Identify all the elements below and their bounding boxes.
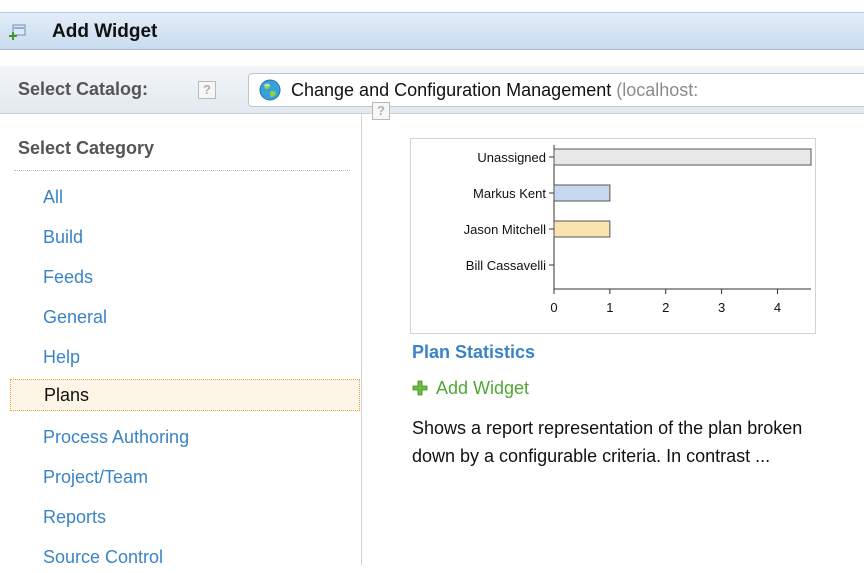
category-item-source-control[interactable]: Source Control xyxy=(10,541,360,573)
x-tick-label: 1 xyxy=(606,300,613,315)
plus-icon xyxy=(412,380,428,396)
globe-icon xyxy=(259,79,281,101)
category-heading: Select Category xyxy=(18,138,155,158)
bar xyxy=(553,220,611,238)
add-widget-button[interactable]: Add Widget xyxy=(412,378,529,399)
category-item-build[interactable]: Build xyxy=(10,221,360,253)
category-item-all[interactable]: All xyxy=(10,181,360,213)
catalog-select[interactable]: Change and Configuration Management (loc… xyxy=(248,73,864,107)
x-tick-label: 4 xyxy=(774,300,781,315)
category-item-plans[interactable]: Plans xyxy=(10,379,360,411)
widget-help-icon[interactable]: ? xyxy=(372,102,390,120)
bar-chart: Unassigned Markus Kent Jason Mitchell Bill … xyxy=(464,145,812,315)
title-bar: Add Widget xyxy=(0,12,864,50)
category-item-help[interactable]: Help xyxy=(10,341,360,373)
y-tick-label: Bill Cassavelli xyxy=(466,258,546,273)
y-tick-label: Jason Mitchell xyxy=(464,222,546,237)
category-item-feeds[interactable]: Feeds xyxy=(10,261,360,293)
widget-panel: ? Unassigned Markus Kent Jason Mitchell Bil… xyxy=(362,102,864,565)
catalog-help-icon[interactable]: ? xyxy=(198,81,216,99)
x-tick-label: 0 xyxy=(550,300,557,315)
widget-preview-chart: Unassigned Markus Kent Jason Mitchell Bill … xyxy=(410,138,816,334)
catalog-host: (localhost: xyxy=(611,80,699,100)
x-tick-label: 3 xyxy=(718,300,725,315)
x-tick-label: 2 xyxy=(662,300,669,315)
bar xyxy=(553,184,611,202)
add-widget-icon xyxy=(9,24,26,40)
category-panel: Select Category All Build Feeds General … xyxy=(0,114,362,567)
y-tick-label: Markus Kent xyxy=(473,186,546,201)
page-title: Add Widget xyxy=(52,21,158,42)
category-divider xyxy=(14,170,350,171)
category-item-general[interactable]: General xyxy=(10,301,360,333)
category-item-process-authoring[interactable]: Process Authoring xyxy=(10,421,360,453)
y-tick-label: Unassigned xyxy=(477,150,546,165)
catalog-label: Select Catalog: xyxy=(18,79,149,99)
widget-title[interactable]: Plan Statistics xyxy=(412,342,535,363)
category-item-reports[interactable]: Reports xyxy=(10,501,360,533)
category-item-project-team[interactable]: Project/Team xyxy=(10,461,360,493)
widget-description: Shows a report representation of the pla… xyxy=(412,418,803,466)
bar xyxy=(553,148,812,166)
catalog-selected-value: Change and Configuration Management (loc… xyxy=(291,80,699,100)
add-widget-label: Add Widget xyxy=(436,378,530,398)
catalog-bar: Select Catalog: ? Change and Configurati… xyxy=(0,66,864,114)
